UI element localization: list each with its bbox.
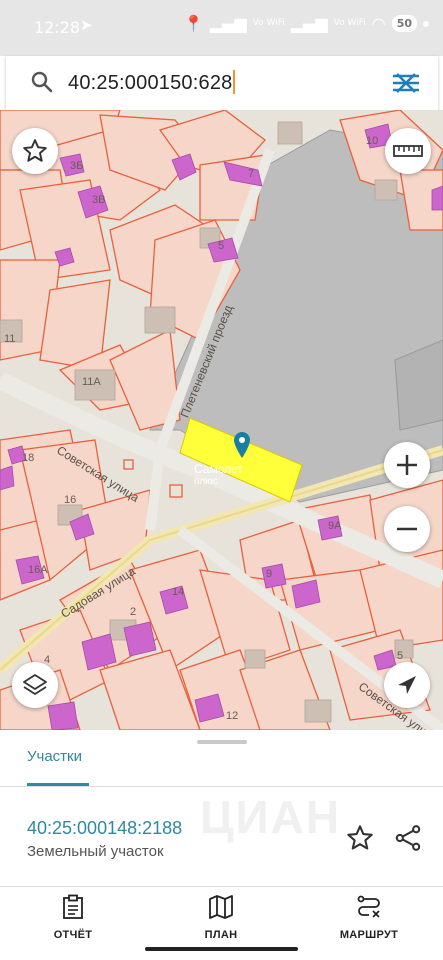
map-canvas (0, 110, 443, 730)
layers-filter-icon[interactable] (392, 72, 420, 99)
ruler-icon (393, 145, 423, 157)
wifi-calling-label-1: Vo WiFi (252, 18, 285, 28)
minus-icon (397, 527, 417, 531)
house-number-label: 18 (22, 452, 35, 464)
house-number-label: 9А (328, 520, 342, 532)
parcel-type-label: Земельный участок (27, 843, 164, 860)
favorite-star-icon[interactable] (346, 824, 374, 857)
search-input[interactable]: 40:25:000150:628 (68, 70, 236, 95)
battery-indicator: 50 (391, 15, 417, 32)
parcel-number-link[interactable]: 40:25:000148:2188 (27, 818, 182, 839)
house-number-label: 16 (64, 494, 77, 506)
sheet-drag-handle[interactable] (197, 740, 247, 744)
share-icon[interactable] (394, 824, 422, 857)
search-input-value: 40:25:000150:628 (68, 72, 233, 94)
house-number-label: 7 (248, 168, 255, 180)
house-number-label: 16А (28, 564, 48, 576)
poi-label: плюс (194, 476, 218, 487)
house-number-label: 3В (92, 194, 106, 206)
star-icon (23, 139, 47, 162)
divider (0, 786, 443, 787)
status-bar: 12:28 ➤ 📍 ▂▄▆ Vo WiFi ▂▄▆ Vo WiFi ◠ 50 (0, 0, 443, 56)
wifi-calling-label-2: Vo WiFi (333, 18, 366, 28)
nav-report-label: ОТЧЁТ (53, 929, 93, 941)
zoom-out-button[interactable] (384, 506, 430, 552)
status-icons: 📍 ▂▄▆ Vo WiFi ▂▄▆ Vo WiFi ◠ 50 (184, 14, 429, 33)
signal-icon-1: ▂▄▆ (209, 14, 247, 33)
nav-route-label: МАРШРУТ (339, 929, 399, 941)
watermark: ЦИАН (200, 791, 342, 843)
map-icon (209, 895, 233, 919)
my-location-button[interactable] (384, 662, 430, 708)
house-number-label: 2 (130, 606, 137, 618)
favorite-button[interactable] (12, 128, 58, 174)
wifi-icon: ◠ (371, 14, 386, 33)
signal-icon-2: ▂▄▆ (290, 14, 328, 33)
poi-label: Самолет (194, 462, 243, 476)
house-number-label: 10 (366, 135, 379, 147)
route-icon (357, 895, 380, 918)
divider (0, 886, 443, 887)
nav-plan[interactable]: ПЛАН (176, 894, 266, 941)
house-number-label: 5 (218, 240, 225, 252)
house-number-label: 11 (4, 333, 16, 345)
notification-dot (423, 20, 429, 27)
zoom-in-button[interactable] (384, 442, 430, 488)
text-cursor (233, 70, 236, 94)
house-number-label: 9 (266, 568, 273, 580)
layers-button[interactable] (12, 662, 58, 708)
telegram-icon: ➤ (80, 17, 93, 34)
search-icon[interactable] (30, 70, 54, 99)
status-time: 12:28 (34, 18, 81, 37)
ruler-button[interactable] (385, 128, 431, 174)
search-bar[interactable]: 40:25:000150:628 (6, 56, 438, 110)
house-number-label: 12 (226, 710, 239, 722)
navigation-arrow-icon (398, 676, 416, 694)
plus-icon (397, 455, 417, 475)
house-number-label: 5 (397, 650, 404, 662)
house-number-label: 14 (172, 586, 185, 598)
nav-route[interactable]: МАРШРУТ (324, 894, 414, 941)
map-view[interactable]: 3Б 3В 7 5 10 11 11А 18 16 16А 9А 9 14 2 … (0, 110, 443, 730)
nav-report[interactable]: ОТЧЁТ (28, 894, 118, 941)
layers-icon (23, 674, 47, 695)
house-number-label: 11А (82, 376, 101, 388)
tab-parcels[interactable]: Участки (27, 748, 82, 765)
location-pin-icon[interactable] (232, 431, 252, 464)
home-indicator[interactable] (145, 947, 298, 951)
clipboard-icon (63, 894, 83, 919)
location-icon: 📍 (183, 14, 204, 33)
nav-plan-label: ПЛАН (204, 929, 238, 941)
house-number-label: 3Б (70, 160, 84, 172)
